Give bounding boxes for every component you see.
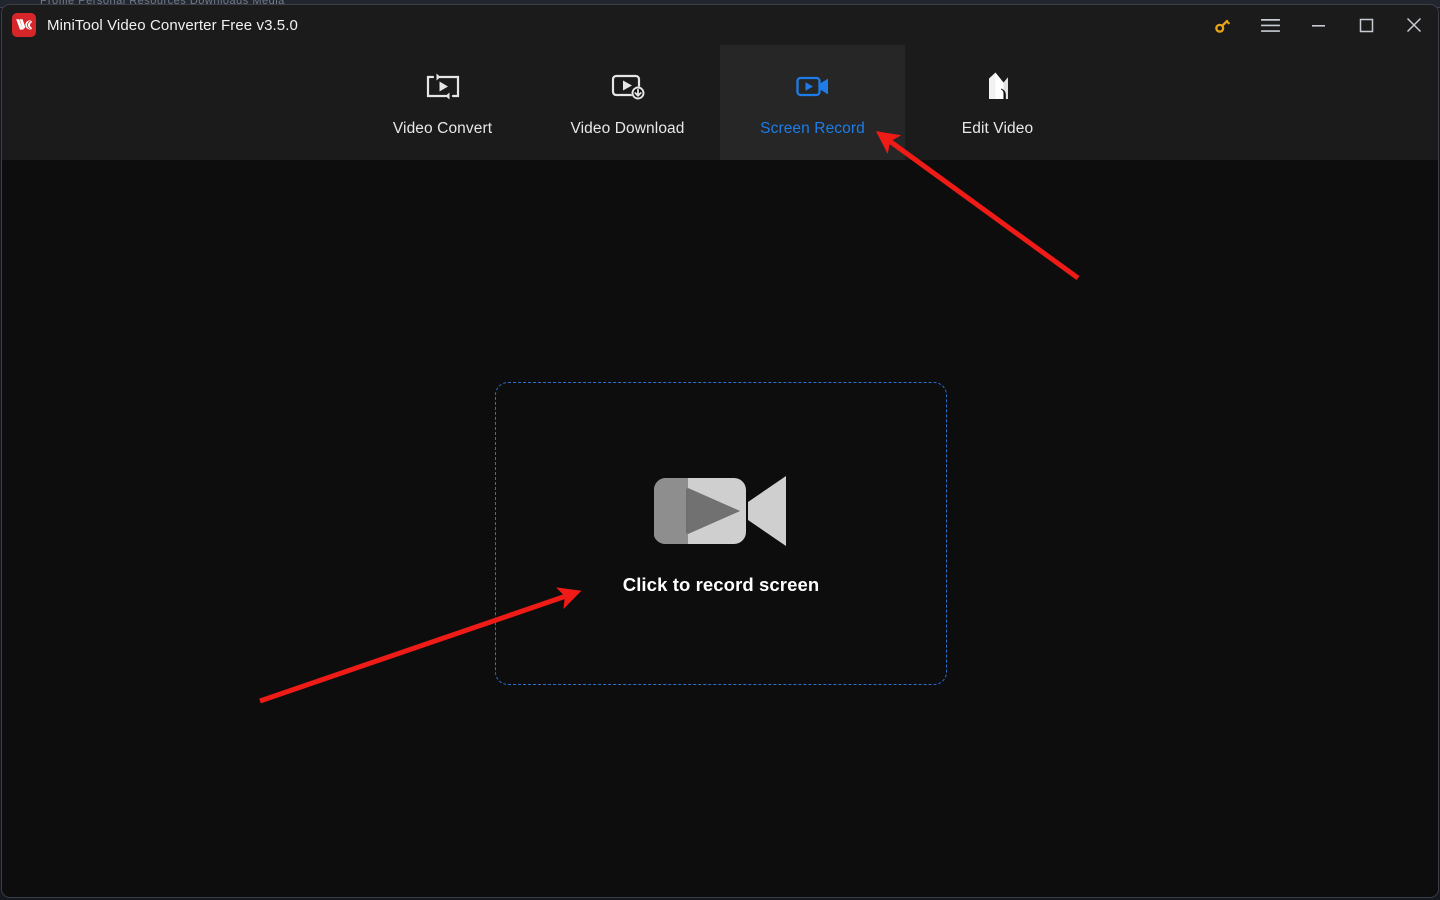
minimize-icon[interactable]	[1294, 5, 1342, 45]
content-area: Click to record screen	[2, 160, 1438, 897]
app-logo-icon	[12, 13, 36, 37]
camcorder-icon	[652, 472, 790, 550]
tab-video-download[interactable]: Video Download	[535, 45, 720, 160]
screen: Profile Personal Resources Downloads Med…	[0, 0, 1440, 900]
app-window: MiniTool Video Converter Free v3.5.0 Vid…	[1, 4, 1439, 898]
close-icon[interactable]	[1390, 5, 1438, 45]
maximize-icon[interactable]	[1342, 5, 1390, 45]
window-title: MiniTool Video Converter Free v3.5.0	[47, 16, 298, 34]
record-dropzone[interactable]: Click to record screen	[495, 382, 947, 685]
key-icon[interactable]	[1198, 5, 1246, 45]
screen-record-icon	[794, 68, 832, 106]
main-nav: Video Convert Video Download Screen Reco…	[2, 45, 1438, 160]
video-convert-icon	[424, 68, 462, 106]
tab-label: Video Download	[570, 119, 685, 137]
hamburger-icon[interactable]	[1246, 5, 1294, 45]
edit-video-icon	[979, 68, 1017, 106]
window-controls	[1198, 5, 1438, 45]
title-bar: MiniTool Video Converter Free v3.5.0	[2, 5, 1438, 45]
tab-label: Edit Video	[961, 119, 1034, 137]
tab-video-convert[interactable]: Video Convert	[350, 45, 535, 160]
tab-edit-video[interactable]: Edit Video	[905, 45, 1090, 160]
dropzone-label: Click to record screen	[622, 573, 820, 595]
tab-label: Screen Record	[760, 119, 865, 137]
video-download-icon	[609, 68, 647, 106]
tab-screen-record[interactable]: Screen Record	[720, 45, 905, 160]
tab-label: Video Convert	[392, 119, 493, 137]
